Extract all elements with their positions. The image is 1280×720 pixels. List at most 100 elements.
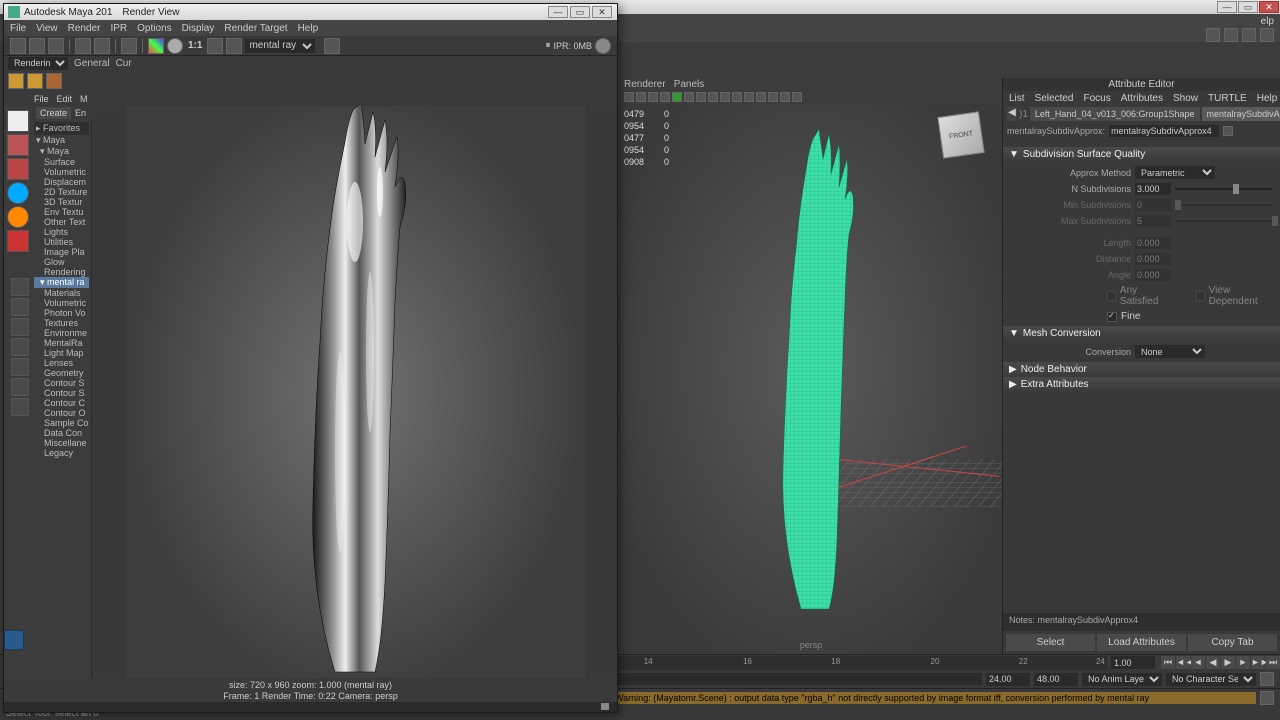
tree-item[interactable]: Environme <box>34 328 89 338</box>
play-fwd-button[interactable]: ▶ <box>1221 656 1235 669</box>
render-menu[interactable]: Render Target <box>224 23 287 34</box>
attr-menu[interactable]: TURTLE <box>1208 93 1247 104</box>
exposure-slider[interactable] <box>4 702 617 712</box>
create-tab[interactable]: Create <box>36 107 71 119</box>
tree-item[interactable]: Lenses <box>34 358 89 368</box>
tree-item[interactable]: Displacem <box>34 177 89 187</box>
select-tool[interactable] <box>7 110 29 132</box>
tree-item[interactable]: Geometry <box>34 368 89 378</box>
layout-icon-1[interactable] <box>1206 28 1220 42</box>
paint-tool[interactable] <box>7 158 29 180</box>
render-frame-icon[interactable] <box>10 38 26 54</box>
tree-item[interactable]: Contour S <box>34 378 89 388</box>
render-maximize-button[interactable]: ▭ <box>570 6 590 18</box>
goto-start-button[interactable]: ⏮ <box>1161 656 1175 669</box>
tab-general[interactable]: General <box>74 58 110 69</box>
tree-item[interactable]: Surface <box>34 157 89 167</box>
render-titlebar[interactable]: Autodesk Maya 201 Render View — ▭ ✕ <box>4 4 617 20</box>
tree-item[interactable]: Image Pla <box>34 247 89 257</box>
viewport-canvas[interactable]: 04790 09540 04770 09540 09080 FRONT pers… <box>620 104 1002 654</box>
tree-item[interactable]: Volumetric <box>34 167 89 177</box>
char-set-select[interactable]: No Character Set <box>1166 673 1256 686</box>
attr-menu[interactable]: Attributes <box>1121 93 1163 104</box>
anim-layer-select[interactable]: No Anim Layer <box>1082 673 1162 686</box>
step-fwd-button[interactable]: ► <box>1236 656 1250 669</box>
tree-item[interactable]: 2D Texture <box>34 187 89 197</box>
tree-item[interactable]: Rendering <box>34 267 89 277</box>
load-attrs-button[interactable]: Load Attributes <box>1097 634 1186 651</box>
copy-tab-button[interactable]: Copy Tab <box>1188 634 1277 651</box>
render-menu[interactable]: Display <box>182 23 215 34</box>
section-extra-attrs[interactable]: ▶ Extra Attributes <box>1003 377 1280 392</box>
snapshot-icon[interactable] <box>48 38 64 54</box>
vp-tool-icon[interactable] <box>744 92 754 102</box>
node-tab-active[interactable]: mentalraySubdivApprox4 <box>1202 107 1280 121</box>
render-close-button[interactable]: ✕ <box>592 6 612 18</box>
tree-item[interactable]: Volumetric <box>34 298 89 308</box>
render-canvas[interactable] <box>92 106 617 678</box>
node-tab[interactable]: Left_Hand_04_v013_006:Group1Shape <box>1030 107 1200 121</box>
tree-item[interactable]: Materials <box>34 288 89 298</box>
ipr-render-icon[interactable] <box>75 38 91 54</box>
render-menu[interactable]: Options <box>137 23 171 34</box>
viewport[interactable]: Renderer Panels 04790 09540 04770 09540 … <box>620 78 1002 654</box>
tree-item[interactable]: Utilities <box>34 237 89 247</box>
layout-icon[interactable] <box>11 318 29 336</box>
layout-icon[interactable] <box>11 358 29 376</box>
vp-tool-icon[interactable] <box>672 92 682 102</box>
autokey-icon[interactable] <box>1260 672 1274 686</box>
render-menu[interactable]: Help <box>298 23 319 34</box>
tree-item[interactable]: Contour S <box>34 388 89 398</box>
script-editor-icon[interactable] <box>1260 691 1274 705</box>
view-cube[interactable]: FRONT <box>937 111 984 158</box>
tree-item[interactable]: Other Text <box>34 217 89 227</box>
layout-icon[interactable] <box>11 278 29 296</box>
tree-item[interactable]: Legacy <box>34 448 89 458</box>
tree-item[interactable]: Sample Co <box>34 418 89 428</box>
tree-item[interactable]: MentalRa <box>34 338 89 348</box>
approx-method-select[interactable]: Parametric <box>1135 166 1215 179</box>
ipr-pause-icon[interactable]: ⏸ <box>545 40 550 51</box>
attr-menu[interactable]: List <box>1009 93 1025 104</box>
play-back-button[interactable]: ◀ <box>1206 656 1220 669</box>
wireframe-mesh[interactable] <box>711 119 911 619</box>
select-button[interactable]: Select <box>1006 634 1095 651</box>
section-mesh-conv[interactable]: ▼ Mesh Conversion <box>1003 326 1280 341</box>
vp-tool-icon[interactable] <box>756 92 766 102</box>
vp-menu-panels[interactable]: Panels <box>674 79 705 90</box>
tree-maya-exp[interactable]: ▾ Maya <box>34 146 89 157</box>
tree-item[interactable]: Env Textu <box>34 207 89 217</box>
close-button[interactable]: ✕ <box>1259 1 1279 13</box>
vp-tool-icon[interactable] <box>696 92 706 102</box>
shelf-peek-icon[interactable] <box>46 73 62 89</box>
vp-tool-icon[interactable] <box>768 92 778 102</box>
render-globals-icon[interactable] <box>121 38 137 54</box>
current-frame-input[interactable] <box>1111 656 1155 669</box>
tree-item[interactable]: Light Map <box>34 348 89 358</box>
vp-tool-icon[interactable] <box>660 92 670 102</box>
vp-tool-icon[interactable] <box>720 92 730 102</box>
rgb-icon[interactable] <box>148 38 164 54</box>
tree-favorites[interactable]: ▸ Favorites <box>34 122 89 135</box>
tree-item[interactable]: Photon Vo <box>34 308 89 318</box>
nsub-slider[interactable] <box>1175 188 1272 190</box>
submenu-file[interactable]: File <box>34 94 49 104</box>
lasso-tool[interactable] <box>7 134 29 156</box>
node-name-input[interactable] <box>1109 125 1219 137</box>
keep-image-icon[interactable] <box>207 38 223 54</box>
shelf-peek-icon[interactable] <box>8 73 24 89</box>
alpha-icon[interactable] <box>167 38 183 54</box>
mode-select[interactable]: Rendering <box>8 57 68 70</box>
render-minimize-button[interactable]: — <box>548 6 568 18</box>
tree-item[interactable]: Miscellane <box>34 438 89 448</box>
tree-item[interactable]: 3D Textur <box>34 197 89 207</box>
move-tool[interactable] <box>7 182 29 204</box>
step-back-button[interactable]: ◄ <box>1191 656 1205 669</box>
submenu-m[interactable]: M <box>80 94 88 104</box>
submenu-edit[interactable]: Edit <box>57 94 73 104</box>
remove-image-icon[interactable] <box>226 38 242 54</box>
goto-end-button[interactable]: ⏭ <box>1266 656 1280 669</box>
tree-maya-group[interactable]: ▾ Maya <box>34 135 89 146</box>
tree-item[interactable]: Contour C <box>34 398 89 408</box>
vp-tool-icon[interactable] <box>636 92 646 102</box>
